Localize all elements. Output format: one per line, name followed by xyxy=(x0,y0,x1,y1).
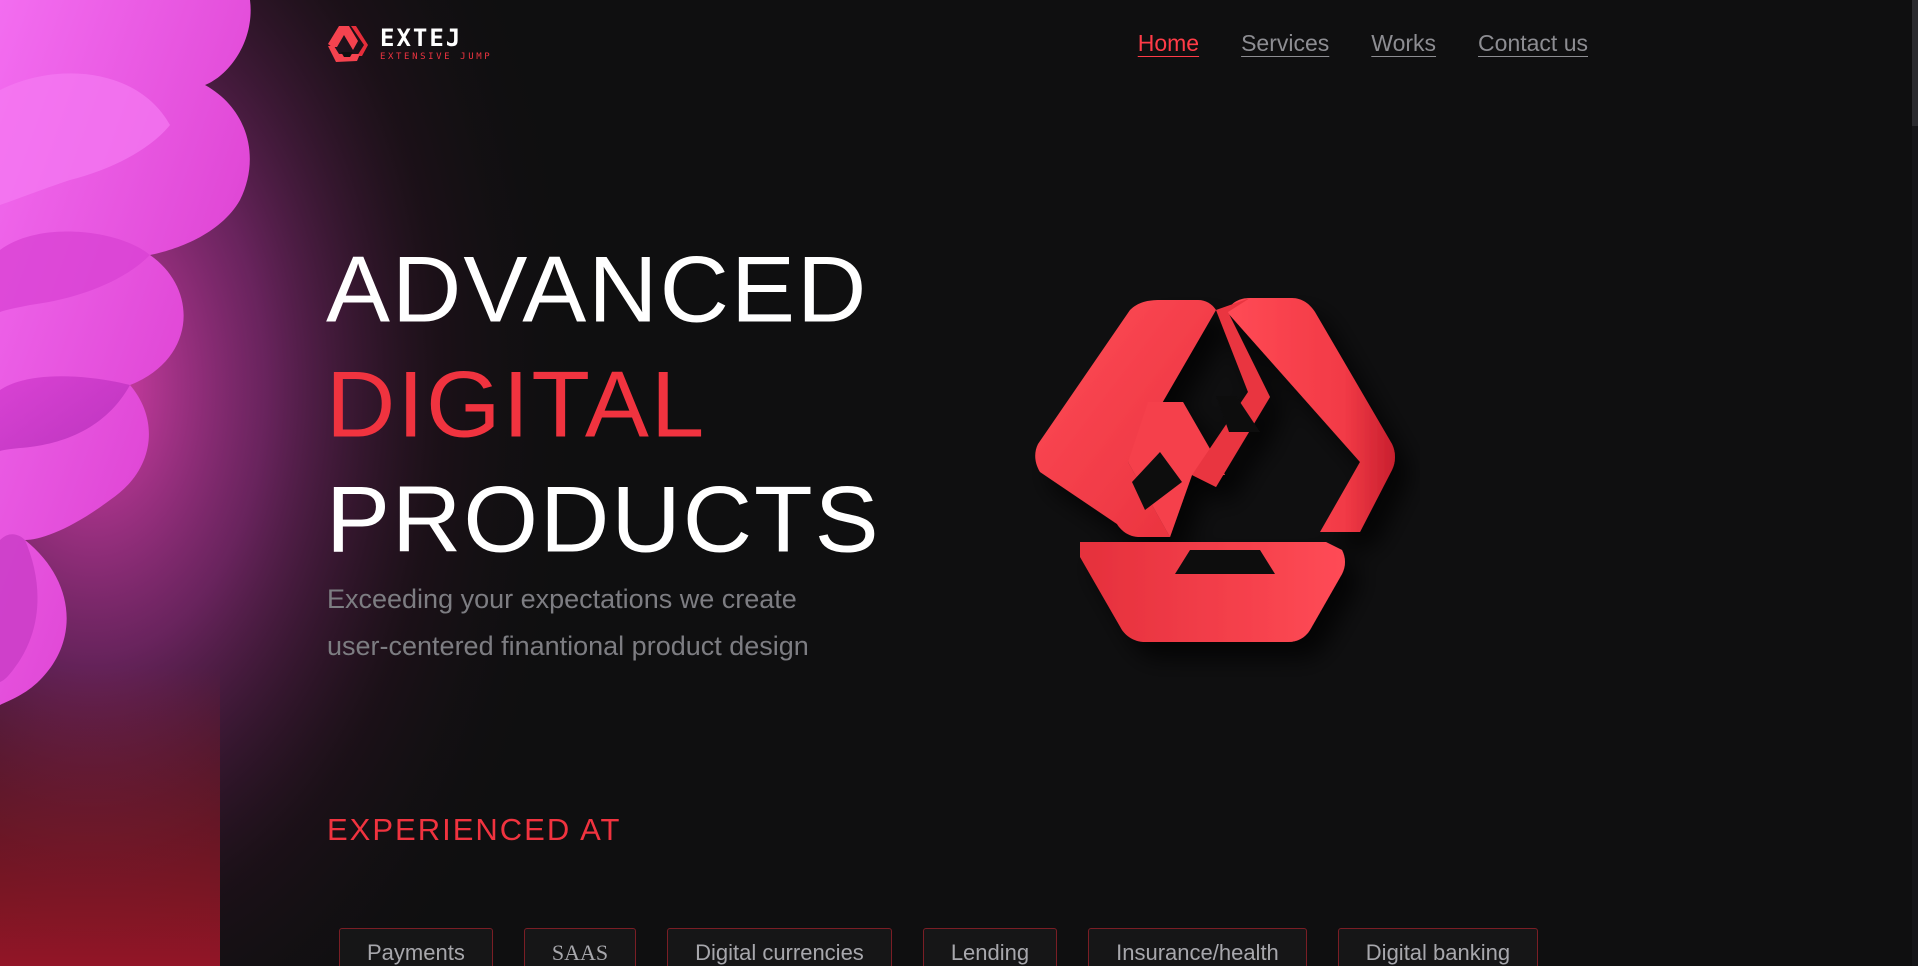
hero-title-line-3: PRODUCTS xyxy=(326,467,881,572)
page-scrollbar[interactable] xyxy=(1912,0,1918,966)
tag-payments[interactable]: Payments xyxy=(339,928,493,966)
main-nav: Home Services Works Contact us xyxy=(1138,30,1588,57)
tag-saas[interactable]: SAAS xyxy=(523,928,637,966)
scrollbar-thumb[interactable] xyxy=(1912,0,1918,126)
hero-title-line-2: DIGITAL xyxy=(326,352,707,457)
triangle-ribbon-logo-icon xyxy=(328,26,368,62)
tag-insurance-health[interactable]: Insurance/health xyxy=(1088,928,1307,966)
hero-subtitle-line-1: Exceeding your expectations we create xyxy=(327,584,797,614)
tag-digital-currencies[interactable]: Digital currencies xyxy=(667,928,892,966)
triangle-ribbon-emblem-icon xyxy=(1035,298,1395,642)
hero-subtitle-line-2: user-centered finantional product design xyxy=(327,631,809,661)
tag-digital-banking[interactable]: Digital banking xyxy=(1337,928,1539,966)
nav-works-link[interactable]: Works xyxy=(1371,30,1436,57)
hero-title: ADVANCED DIGITAL PRODUCTS xyxy=(326,232,881,577)
brand-tagline: EXTENSIVE JUMP xyxy=(380,52,493,62)
hero-title-line-1: ADVANCED xyxy=(326,237,869,342)
nav-contact-link[interactable]: Contact us xyxy=(1478,30,1588,57)
landing-page: EXTEJ EXTENSIVE JUMP Home Services Works… xyxy=(0,0,1918,966)
nav-services-link[interactable]: Services xyxy=(1241,30,1329,57)
experience-title: EXPERIENCED AT xyxy=(327,812,622,847)
brand-name: EXTEJ xyxy=(380,24,463,52)
tag-lending[interactable]: Lending xyxy=(922,928,1058,966)
nav-home-link[interactable]: Home xyxy=(1138,30,1199,57)
hero-subtitle: Exceeding your expectations we create us… xyxy=(327,576,927,670)
experience-tags: Payments SAAS Digital currencies Lending… xyxy=(339,928,1539,966)
brand-logo[interactable]: EXTEJ EXTENSIVE JUMP xyxy=(326,24,492,64)
